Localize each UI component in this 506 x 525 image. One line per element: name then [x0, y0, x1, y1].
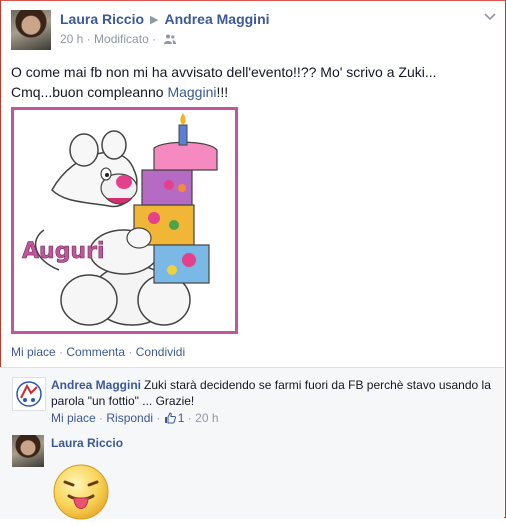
author-link[interactable]: Laura Riccio [60, 11, 144, 27]
mention-link[interactable]: Maggini [167, 84, 216, 100]
arrow-right-icon: ▶ [150, 14, 159, 26]
text-prefix: Cmq...buon compleanno [11, 84, 168, 100]
target-link[interactable]: Andrea Maggini [165, 11, 270, 27]
meta-separator: · [86, 32, 91, 46]
image-caption: Auguri [22, 239, 105, 264]
commenter-avatar[interactable] [12, 435, 44, 467]
actions-separator: · [59, 345, 64, 359]
post-header-names: Laura Riccio ▶ Andrea Maggini [60, 11, 270, 27]
edited-label[interactable]: Modificato [94, 32, 149, 46]
author-avatar[interactable] [11, 10, 51, 50]
post-text-line1: O come mai fb non mi ha avvisato dell'ev… [11, 64, 437, 80]
commenter-avatar[interactable] [12, 377, 46, 411]
comment-button[interactable]: Commenta [66, 345, 125, 359]
birthday-illustration: Auguri [22, 113, 218, 326]
meta-separator: · [152, 32, 157, 46]
chevron-down-icon[interactable] [483, 9, 497, 23]
like-button[interactable]: Mi piace [11, 345, 56, 359]
actions-separator: · [128, 345, 133, 359]
post-meta: 20 h · Modificato · [60, 32, 177, 46]
comment-separator: · [99, 411, 104, 425]
comment-author[interactable]: Andrea Maggini [51, 378, 141, 392]
comment-separator: · [156, 411, 161, 425]
post-text: O come mai fb non mi ha avvisato dell'ev… [11, 62, 491, 102]
comment-reply-button[interactable]: Rispondi [106, 411, 153, 425]
share-button[interactable]: Condividi [136, 345, 185, 359]
thumbs-up-icon[interactable] [164, 412, 176, 424]
comment-like-button[interactable]: Mi piace [51, 411, 96, 425]
comment-time[interactable]: 20 h [195, 411, 218, 425]
team-logo-icon [16, 381, 42, 407]
post-photo[interactable]: Auguri [11, 107, 238, 334]
comment-separator: · [187, 411, 192, 425]
comment-author[interactable]: Laura Riccio [51, 436, 123, 450]
comment-body: Andrea Maggini Zuki starà decidendo se fa… [51, 377, 491, 409]
tongue-out-emoji-icon [53, 460, 109, 520]
comment-likes-count[interactable]: 1 [178, 411, 185, 425]
comment-actions: Mi piace · Rispondi · 1 · 20 h [51, 410, 219, 425]
post-time[interactable]: 20 h [60, 32, 83, 46]
post-text-line2: Cmq...buon compleanno Maggini!!! [11, 82, 491, 102]
friends-icon[interactable] [164, 34, 177, 44]
comment-body: Laura Riccio [51, 435, 126, 451]
text-suffix: !!! [216, 84, 229, 100]
post-actions: Mi piace · Commenta · Condividi [11, 345, 185, 359]
